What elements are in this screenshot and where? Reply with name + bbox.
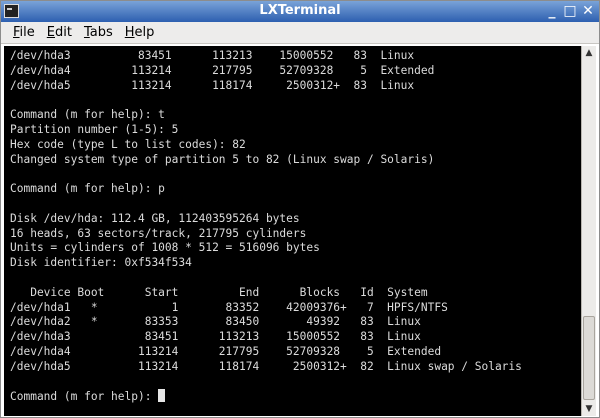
terminal-output[interactable]: /dev/hda3 83451 113213 15000552 83 Linux…: [4, 46, 581, 416]
terminal-line: /dev/hda4 113214 217795 52709328 5 Exten…: [10, 63, 435, 77]
menu-help-mnemonic: H: [124, 24, 135, 40]
terminal-line: Disk /dev/hda: 112.4 GB, 112403595264 by…: [10, 211, 300, 225]
terminal-line: /dev/hda3 83451 113213 15000552 83 Linux: [10, 49, 415, 62]
menu-help-label: elp: [134, 24, 155, 40]
terminal-line: /dev/hda3 83451 113213 15000552 83 Linux: [10, 330, 421, 344]
menu-edit[interactable]: Edit: [41, 22, 78, 44]
terminal-line: 16 heads, 63 sectors/track, 217795 cylin…: [10, 226, 307, 240]
menu-tabs-label: abs: [89, 24, 113, 40]
terminal-line: Hex code (type L to list codes): 82: [10, 137, 246, 151]
menu-edit-label: dit: [55, 24, 72, 40]
close-button[interactable]: ✕: [580, 2, 596, 20]
menu-edit-mnemonic: E: [46, 24, 55, 40]
terminal-line: /dev/hda2 * 83353 83450 49392 83 Linux: [10, 315, 421, 329]
scroll-thumb[interactable]: [583, 316, 595, 400]
terminal-line: Changed system type of partition 5 to 82…: [10, 152, 435, 166]
terminal-line: Device Boot Start End Blocks Id System: [10, 285, 428, 299]
terminal-line: /dev/hda5 113214 118174 2500312+ 83 Linu…: [10, 78, 415, 92]
terminal-line: /dev/hda4 113214 217795 52709328 5 Exten…: [10, 344, 442, 358]
terminal-line: /dev/hda1 * 1 83352 42009376+ 7 HPFS/NTF…: [10, 300, 448, 314]
terminal-line: Partition number (1-5): 5: [10, 122, 179, 136]
menu-tabs[interactable]: Tabs: [78, 22, 119, 44]
window-title: LXTerminal: [259, 3, 341, 18]
menu-file-label: ile: [19, 24, 35, 40]
terminal-line: Units = cylinders of 1008 * 512 = 516096…: [10, 241, 320, 255]
terminal-line: Command (m for help): p: [10, 182, 165, 196]
terminal-line: Command (m for help): t: [10, 108, 165, 122]
menu-file[interactable]: File: [7, 22, 41, 44]
terminal-window: LXTerminal _ □ ✕ File Edit Tabs Help /de…: [0, 0, 600, 418]
text-cursor: [158, 389, 166, 403]
terminal-line: Disk identifier: 0xf534f534: [10, 256, 192, 270]
terminal-line: /dev/hda5 113214 118174 2500312+ 82 Linu…: [10, 359, 522, 373]
menu-bar: File Edit Tabs Help: [1, 22, 599, 44]
menu-help[interactable]: Help: [119, 22, 161, 44]
minimize-button[interactable]: _: [544, 2, 560, 20]
scroll-down-icon[interactable]: ▼: [582, 402, 596, 416]
vertical-scrollbar[interactable]: ▲ ▼: [581, 46, 596, 416]
window-controls: _ □ ✕: [544, 2, 596, 21]
scroll-up-icon[interactable]: ▲: [582, 46, 596, 60]
maximize-button[interactable]: □: [562, 2, 578, 20]
title-bar[interactable]: LXTerminal _ □ ✕: [1, 1, 599, 22]
terminal-line: Command (m for help):: [10, 389, 581, 404]
